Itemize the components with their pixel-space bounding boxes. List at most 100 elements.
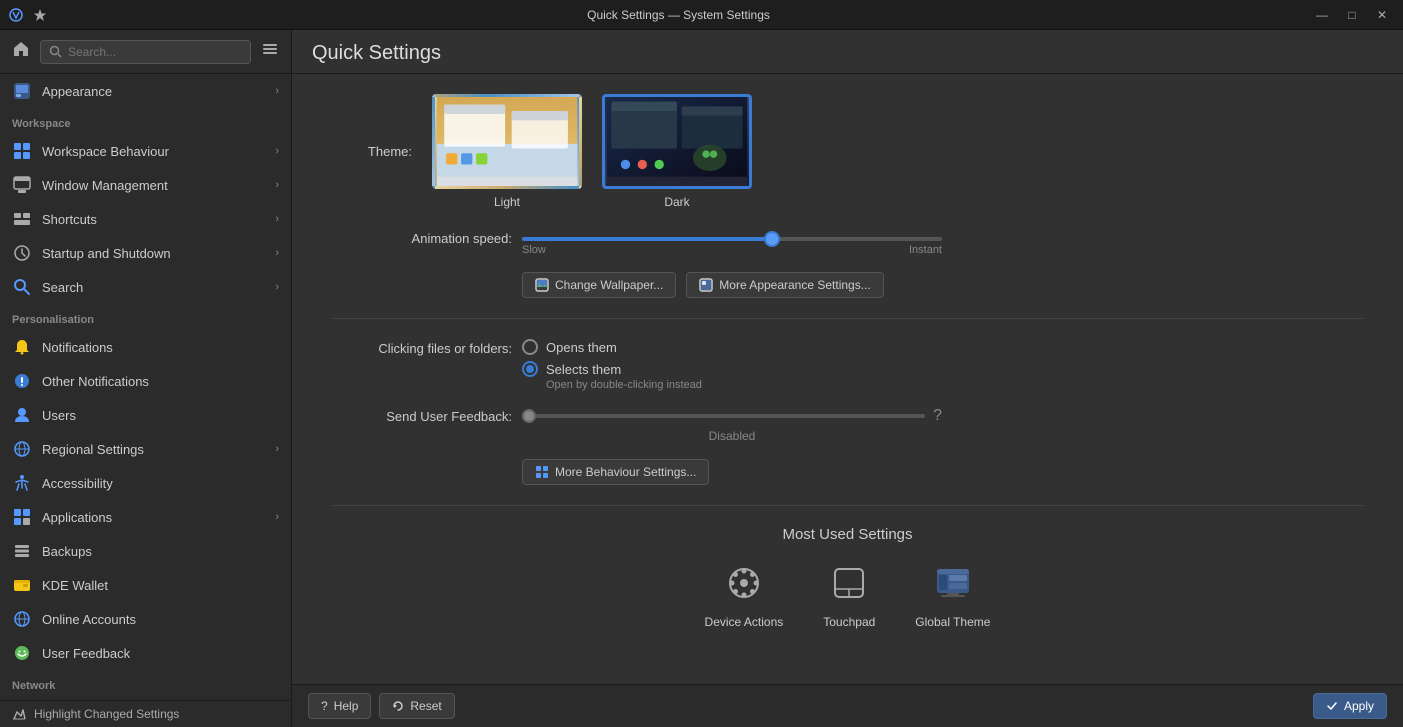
- apply-button[interactable]: Apply: [1313, 693, 1387, 719]
- more-behaviour-label: More Behaviour Settings...: [555, 465, 696, 479]
- sidebar-item-users[interactable]: Users: [0, 398, 291, 432]
- footer: ? Help Reset Apply: [292, 684, 1403, 727]
- startup-icon: [12, 243, 32, 263]
- sidebar: Appearance › Workspace Workspace Behavio…: [0, 30, 292, 727]
- workspace-section-header: Workspace: [0, 108, 291, 134]
- more-appearance-label: More Appearance Settings...: [719, 278, 870, 292]
- workspace-behaviour-icon: [12, 141, 32, 161]
- hamburger-button[interactable]: [257, 36, 283, 67]
- reset-icon: [392, 700, 404, 712]
- sidebar-item-workspace-behaviour[interactable]: Workspace Behaviour ›: [0, 134, 291, 168]
- highlight-label: Highlight Changed Settings: [34, 707, 179, 721]
- app-body: Appearance › Workspace Workspace Behavio…: [0, 30, 1403, 727]
- sidebar-item-shortcuts[interactable]: Shortcuts ›: [0, 202, 291, 236]
- sidebar-toolbar: [0, 30, 291, 74]
- backups-icon: [12, 541, 32, 561]
- more-appearance-button[interactable]: More Appearance Settings...: [686, 272, 883, 298]
- maximize-button[interactable]: □: [1339, 4, 1365, 26]
- animation-speed-label: Animation speed:: [332, 229, 512, 246]
- most-used-title: Most Used Settings: [332, 526, 1363, 543]
- sidebar-item-label-applications: Applications: [42, 510, 265, 525]
- sidebar-item-notifications[interactable]: Notifications: [0, 330, 291, 364]
- users-icon: [12, 405, 32, 425]
- sidebar-item-appearance[interactable]: Appearance ›: [0, 74, 291, 108]
- close-button[interactable]: ✕: [1369, 4, 1395, 26]
- sidebar-item-label-workspace: Workspace Behaviour: [42, 144, 265, 159]
- sidebar-item-kde-wallet[interactable]: KDE Wallet: [0, 568, 291, 602]
- apply-label: Apply: [1344, 699, 1374, 713]
- reset-button[interactable]: Reset: [379, 693, 454, 719]
- radio-selects-them[interactable]: Selects them: [522, 361, 1363, 377]
- main-header: Quick Settings: [292, 30, 1403, 74]
- animation-instant-label: Instant: [909, 244, 942, 256]
- kde-icon: [8, 7, 24, 23]
- theme-thumbnail-dark: [602, 94, 752, 189]
- most-used-device-actions[interactable]: Device Actions: [705, 559, 784, 629]
- page-title: Quick Settings: [312, 42, 1383, 65]
- most-used-global-theme[interactable]: Global Theme: [915, 559, 990, 629]
- sidebar-item-label-window: Window Management: [42, 178, 265, 193]
- sidebar-item-label-search: Search: [42, 280, 265, 295]
- device-actions-icon: [720, 559, 768, 607]
- help-button[interactable]: ? Help: [308, 693, 371, 719]
- home-button[interactable]: [8, 36, 34, 67]
- change-wallpaper-button[interactable]: Change Wallpaper...: [522, 272, 676, 298]
- device-actions-label: Device Actions: [705, 615, 784, 629]
- section-divider-1: [332, 318, 1363, 319]
- change-wallpaper-label: Change Wallpaper...: [555, 278, 663, 292]
- sidebar-item-search[interactable]: Search ›: [0, 270, 291, 304]
- sidebar-item-label-other-notif: Other Notifications: [42, 374, 279, 389]
- sidebar-item-window-management[interactable]: Window Management ›: [0, 168, 291, 202]
- sidebar-item-accessibility[interactable]: Accessibility: [0, 466, 291, 500]
- highlight-changed-settings[interactable]: Highlight Changed Settings: [0, 700, 291, 727]
- feedback-slider[interactable]: [522, 414, 925, 418]
- search-box: [40, 40, 251, 64]
- sidebar-item-label-accessibility: Accessibility: [42, 476, 279, 491]
- animation-speed-row: Animation speed: Slow Instant: [332, 229, 1363, 256]
- personalisation-section-header: Personalisation: [0, 304, 291, 330]
- sidebar-item-other-notifications[interactable]: Other Notifications: [0, 364, 291, 398]
- sidebar-item-backups[interactable]: Backups: [0, 534, 291, 568]
- titlebar: Quick Settings — System Settings — □ ✕: [0, 0, 1403, 30]
- feedback-help-icon[interactable]: ?: [933, 407, 942, 425]
- theme-thumbnail-light: [432, 94, 582, 189]
- window-controls: — □ ✕: [1309, 4, 1395, 26]
- feedback-status: Disabled: [522, 429, 942, 443]
- touchpad-icon: [825, 559, 873, 607]
- sidebar-item-applications[interactable]: Applications ›: [0, 500, 291, 534]
- most-used-section: Most Used Settings: [332, 526, 1363, 629]
- animation-speed-slider[interactable]: [522, 237, 942, 241]
- search-icon: [49, 45, 62, 58]
- more-appearance-icon: [699, 278, 713, 292]
- sidebar-item-startup[interactable]: Startup and Shutdown ›: [0, 236, 291, 270]
- radio-opens-them[interactable]: Opens them: [522, 339, 1363, 355]
- section-divider-2: [332, 505, 1363, 506]
- reset-label: Reset: [410, 699, 441, 713]
- main-scroll: Theme:: [292, 74, 1403, 684]
- feedback-label: Send User Feedback:: [332, 407, 512, 424]
- sidebar-item-label-feedback: User Feedback: [42, 646, 279, 661]
- sidebar-item-regional[interactable]: Regional Settings ›: [0, 432, 291, 466]
- appearance-icon: [12, 81, 32, 101]
- theme-row: Theme:: [332, 94, 1363, 209]
- sidebar-item-label-shortcuts: Shortcuts: [42, 212, 265, 227]
- most-used-touchpad[interactable]: Touchpad: [823, 559, 875, 629]
- more-behaviour-row: More Behaviour Settings...: [332, 459, 1363, 485]
- sidebar-item-user-feedback[interactable]: User Feedback: [0, 636, 291, 670]
- window-title: Quick Settings — System Settings: [587, 8, 770, 22]
- theme-option-dark[interactable]: Dark: [602, 94, 752, 209]
- search-input[interactable]: [68, 45, 242, 59]
- online-accounts-icon: [12, 609, 32, 629]
- radio-circle-opens: [522, 339, 538, 355]
- sidebar-scroll: Appearance › Workspace Workspace Behavio…: [0, 74, 291, 700]
- animation-slow-label: Slow: [522, 244, 546, 256]
- sidebar-item-online-accounts[interactable]: Online Accounts: [0, 602, 291, 636]
- more-behaviour-button[interactable]: More Behaviour Settings...: [522, 459, 709, 485]
- more-behaviour-control: More Behaviour Settings...: [522, 459, 1363, 485]
- sidebar-item-label-users: Users: [42, 408, 279, 423]
- theme-option-light[interactable]: Light: [432, 94, 582, 209]
- minimize-button[interactable]: —: [1309, 4, 1335, 26]
- startup-arrow: ›: [275, 247, 279, 259]
- global-theme-icon: [929, 559, 977, 607]
- window-arrow: ›: [275, 179, 279, 191]
